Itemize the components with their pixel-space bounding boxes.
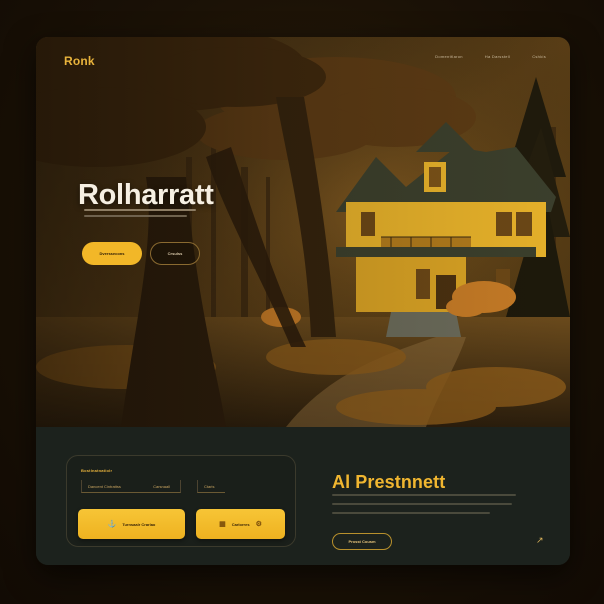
subtitle-line <box>84 209 196 211</box>
nav-item-3[interactable]: Cshkis <box>532 53 546 61</box>
ticket-icon: ▦ <box>219 520 226 528</box>
subtitle-line <box>84 215 188 217</box>
primary-cta-button[interactable]: Dverssecons <box>82 242 142 265</box>
booking-action-button-2[interactable]: ▦ Carlorres ⚙ <box>196 509 285 539</box>
nav-item-1[interactable]: Domenttlaron <box>435 53 463 61</box>
body-line <box>332 512 491 514</box>
booking-action-label-1: Turnsaalr Crarlao <box>122 521 156 527</box>
brand-logo[interactable]: Ronk <box>64 54 95 68</box>
booking-side-field[interactable]: Ctaris <box>197 480 225 493</box>
booking-input[interactable]: Dancent Cintrattss Carsnaall <box>81 480 181 493</box>
body-line <box>332 494 516 496</box>
app-window: Ronk Domenttlaron Ha Darsstell Cshkis Ro… <box>36 37 570 565</box>
top-nav: Domenttlaron Ha Darsstell Cshkis <box>435 53 546 61</box>
hero-illustration <box>36 37 570 427</box>
booking-action-label-2: Carlorres <box>231 521 250 527</box>
body-line <box>332 503 513 505</box>
section-body <box>332 494 516 521</box>
booking-card: Bostlnatnatiolr Dancent Cintrattss Carsn… <box>66 455 296 547</box>
booking-input-value: Dancent Cintrattss <box>88 483 121 489</box>
section-cta-button[interactable]: Prosst Cousm <box>332 533 392 550</box>
hero-title: Rolharratt <box>78 179 214 212</box>
hero-section: Ronk Domenttlaron Ha Darsstell Cshkis Ro… <box>36 37 570 427</box>
booking-side-value: Ctaris <box>204 483 215 489</box>
car-icon: ⚓ <box>107 520 117 528</box>
booking-input-suffix: Carsnaall <box>153 483 170 489</box>
info-section: Bostlnatnatiolr Dancent Cintrattss Carsn… <box>36 427 570 565</box>
section-title: Al Prestnnett <box>332 471 446 492</box>
arrow-icon[interactable]: ↗ <box>536 535 544 546</box>
nav-item-2[interactable]: Ha Darsstell <box>485 53 510 61</box>
hero-subtitle <box>84 209 196 221</box>
secondary-cta-button[interactable]: Crsulss <box>150 242 200 265</box>
booking-card-title: Bostlnatnatiolr <box>81 468 113 473</box>
gear-icon: ⚙ <box>255 520 262 528</box>
booking-action-button-1[interactable]: ⚓ Turnsaalr Crarlao <box>78 509 185 539</box>
